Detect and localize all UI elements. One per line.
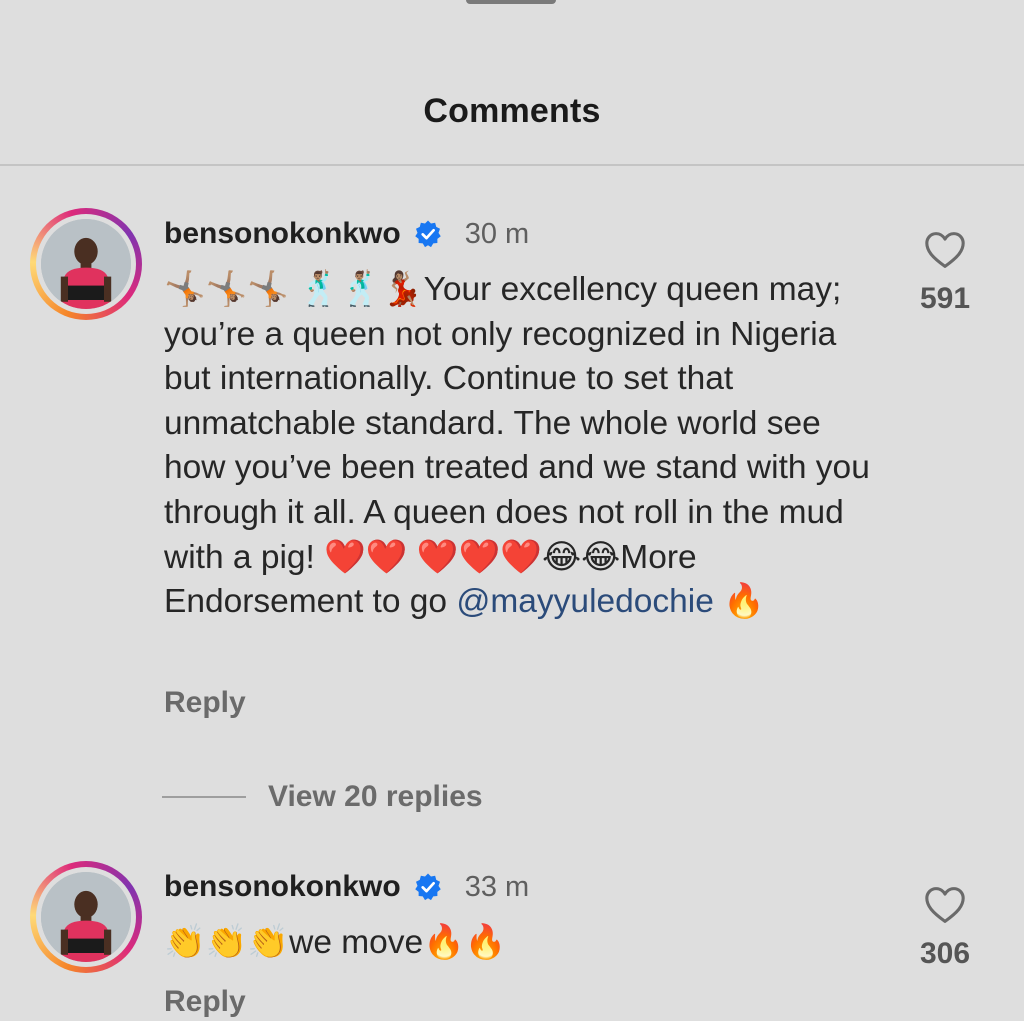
like-count: 306 — [919, 937, 971, 970]
mention-link[interactable]: @mayyuledochie — [456, 583, 713, 620]
avatar[interactable] — [30, 208, 142, 320]
comment-text: 👏👏👏we move🔥🔥 — [164, 921, 884, 966]
comments-title: Comments — [423, 92, 601, 130]
view-replies-label: View 20 replies — [268, 780, 483, 813]
user-avatar-icon — [41, 872, 131, 962]
comment-time: 33 m — [464, 870, 530, 903]
username[interactable]: bensonokonkwo — [164, 870, 401, 904]
reply-button[interactable]: Reply — [164, 985, 246, 1019]
like-count: 591 — [919, 282, 971, 315]
avatar[interactable] — [30, 861, 142, 973]
comment-time: 30 m — [464, 217, 530, 250]
username[interactable]: bensonokonkwo — [164, 217, 401, 251]
reply-button[interactable]: Reply — [164, 686, 246, 720]
like-column: 591 — [905, 230, 985, 316]
heart-outline-icon[interactable] — [923, 230, 967, 270]
user-avatar-icon — [41, 219, 131, 309]
comment-text: 🤸🏽🤸🏽🤸🏽 🕺🏽🕺🏽💃🏽Your excellency queen may; … — [164, 268, 884, 625]
heart-outline-icon[interactable] — [923, 885, 967, 925]
header-divider — [0, 164, 1024, 166]
replies-divider-line — [162, 796, 246, 798]
verified-badge-icon — [413, 219, 443, 249]
comment-body: 🤸🏽🤸🏽🤸🏽 🕺🏽🕺🏽💃🏽Your excellency queen may; … — [164, 271, 870, 621]
like-column: 306 — [905, 885, 985, 971]
sheet-drag-handle[interactable] — [466, 0, 556, 4]
verified-badge-icon — [413, 872, 443, 902]
mention-suffix: 🔥 — [713, 583, 765, 621]
view-replies-button[interactable]: View 20 replies — [162, 780, 483, 814]
comment-body: 👏👏👏we move🔥🔥 — [164, 924, 507, 961]
